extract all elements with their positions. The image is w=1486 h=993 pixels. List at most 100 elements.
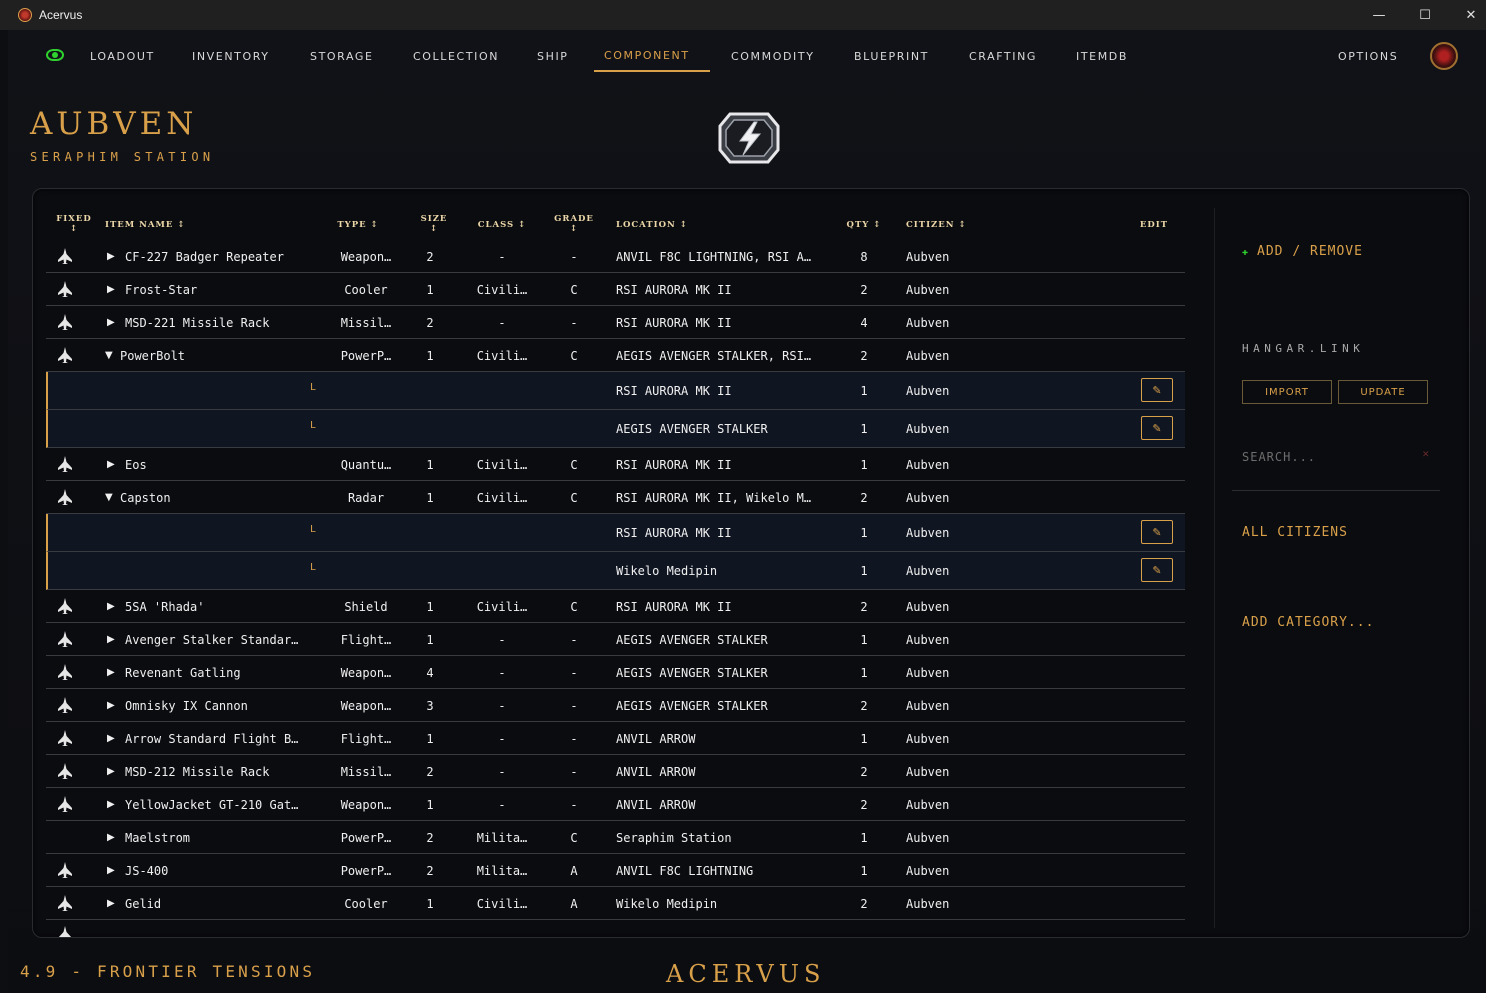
table-row[interactable]: ▶ CF-227 Badger Repeater Weapon… 2 - - ANVIL F… [46,240,1185,273]
expand-icon[interactable]: ▶ [107,766,115,777]
edit-button[interactable]: ✎ [1141,520,1173,544]
add-remove-button[interactable]: ✚ ADD / REMOVE [1242,244,1363,259]
nav-loadout[interactable]: LOADOUT [90,50,155,63]
close-button[interactable]: ✕ [1448,0,1486,30]
expand-icon[interactable]: ▶ [107,898,115,909]
expand-icon[interactable]: ▶ [107,317,115,328]
ship-icon [56,729,74,747]
item-qty: 2 [860,765,868,779]
item-qty: 1 [860,458,868,472]
maximize-button[interactable]: ☐ [1402,0,1448,30]
item-size: 1 [426,600,434,614]
col-header-size[interactable]: SIZE ↕ [414,214,454,234]
table-row[interactable]: ▶ Eos Quantu… 1 Civili… C RSI AURORA MK II 1 Aub… [46,448,1185,481]
table-row[interactable]: ▶ 5SA 'Rhada' Shield 1 Civili… C RSI AURORA MK… [46,590,1185,623]
table-subrow[interactable]: L RSI AURORA MK II 1 Aubven ✎ [46,372,1185,410]
item-citizen: Aubven [906,897,950,911]
subrow-marker: L [310,562,317,573]
expand-icon[interactable]: ▶ [107,284,115,295]
item-name: JS-400 [125,864,169,878]
col-header-qty[interactable]: QTY ↕ [842,220,886,230]
item-type: Weapon… [340,798,392,812]
search-clear-icon[interactable]: ✕ [1422,450,1430,460]
col-header-fixed[interactable]: FIXED ↕ [56,214,92,234]
nav-itemdb[interactable]: ITEMDB [1076,50,1128,63]
col-header-location[interactable]: LOCATION ↕ [616,220,688,230]
subrow-marker: L [310,382,317,393]
expand-icon[interactable]: ▶ [107,459,115,470]
table-row[interactable]: ▶ Maelstrom PowerP… 2 Milita… C Seraphim Stati… [46,821,1185,854]
eye-icon[interactable] [46,49,64,61]
expand-icon[interactable]: ▶ [107,251,115,262]
col-header-class[interactable]: CLASS ↕ [474,220,530,230]
add-category-button[interactable]: ADD CATEGORY... [1242,615,1374,630]
item-name: Eos [125,458,147,472]
col-header-item-name[interactable]: ITEM NAME ↕ [105,220,185,230]
nav-collection[interactable]: COLLECTION [413,50,499,63]
item-qty: 2 [860,600,868,614]
nav-component[interactable]: COMPONENT [604,49,690,62]
table-row[interactable]: ▶ MSD-221 Missile Rack Missil… 2 - - RSI AUROR… [46,306,1185,339]
nav-inventory[interactable]: INVENTORY [192,50,270,63]
edit-button[interactable]: ✎ [1141,558,1173,582]
item-size: 1 [426,491,434,505]
table-row[interactable]: ▶ Arrow Standard Flight B… Flight… 1 - - ANVIL… [46,722,1185,755]
collapse-icon[interactable]: ▼ [105,350,113,361]
nav-crafting[interactable]: CRAFTING [969,50,1037,63]
table-row[interactable]: ▶ MSD-212 Missile Rack Missil… 2 - - ANVIL ARR… [46,755,1185,788]
table-row[interactable]: ▶ JS-400 PowerP… 2 Milita… A ANVIL F8C LIGHTNI… [46,854,1185,887]
item-grade: - [570,666,578,680]
item-grade: - [570,316,578,330]
item-qty: 4 [860,316,868,330]
table-subrow[interactable]: L RSI AURORA MK II 1 Aubven ✎ [46,514,1185,552]
expand-icon[interactable]: ▶ [107,865,115,876]
all-citizens-filter[interactable]: ALL CITIZENS [1242,525,1348,540]
col-header-citizen[interactable]: CITIZEN ↕ [906,220,967,230]
subrow-location: RSI AURORA MK II [616,526,732,540]
nav-options[interactable]: OPTIONS [1338,50,1398,63]
table-subrow[interactable]: L Wikelo Medipin 1 Aubven ✎ [46,552,1185,590]
nav-commodity[interactable]: COMMODITY [731,50,815,63]
ship-icon [56,313,74,331]
table-row[interactable]: ▼ PowerBolt PowerP… 1 Civili… C AEGIS AVENGER … [46,339,1185,372]
col-header-type[interactable]: TYPE ↕ [330,220,386,230]
table-row[interactable]: ▶ Gelid Cooler 1 Civili… A Wikelo Medipin 2 Aubv… [46,887,1185,920]
item-citizen: Aubven [906,491,950,505]
search-input[interactable]: SEARCH... [1242,450,1316,464]
table-row[interactable]: ▼ Capston Radar 1 Civili… C RSI AURORA MK II, … [46,481,1185,514]
table-row[interactable]: ▶ YellowJacket GT-210 Gat… Weapon… 1 - - ANVIL… [46,788,1185,821]
expand-icon[interactable]: ▶ [107,667,115,678]
item-citizen: Aubven [906,732,950,746]
table-row[interactable]: ▶ Omnisky IX Cannon Weapon… 3 - - AEGIS AVENGE… [46,689,1185,722]
import-button[interactable]: IMPORT [1242,380,1332,404]
expand-icon[interactable]: ▶ [107,601,115,612]
expand-icon[interactable]: ▶ [107,733,115,744]
table-row[interactable]: ▶ Revenant Gatling Weapon… 4 - - AEGIS AVENGER… [46,656,1185,689]
subrow-qty: 1 [860,526,868,540]
expand-icon[interactable]: ▶ [107,700,115,711]
item-citizen: Aubven [906,798,950,812]
nav-blueprint[interactable]: BLUEPRINT [854,50,929,63]
item-class: - [498,732,506,746]
item-qty: 1 [860,864,868,878]
nav-storage[interactable]: STORAGE [310,50,374,63]
collapse-icon[interactable]: ▼ [105,492,113,503]
table-row[interactable]: ▶ Frost-Star Cooler 1 Civili… C RSI AURORA MK … [46,273,1185,306]
expand-icon[interactable]: ▶ [107,799,115,810]
col-header-grade[interactable]: GRADE ↕ [549,214,599,234]
avatar[interactable] [1430,42,1458,70]
item-location: Seraphim Station [616,831,732,845]
table-row[interactable]: ▶ Avenger Stalker Standar… Flight… 1 - - AEGIS… [46,623,1185,656]
item-type: Weapon… [340,250,392,264]
nav-ship[interactable]: SHIP [537,50,569,63]
update-button[interactable]: UPDATE [1338,380,1428,404]
edit-button[interactable]: ✎ [1141,378,1173,402]
expand-icon[interactable]: ▶ [107,832,115,843]
item-name: YellowJacket GT-210 Gat… [125,798,299,812]
expand-icon[interactable]: ▶ [107,634,115,645]
edit-button[interactable]: ✎ [1141,416,1173,440]
pencil-icon: ✎ [1152,421,1162,435]
item-name: PowerBolt [120,349,186,363]
table-subrow[interactable]: L AEGIS AVENGER STALKER 1 Aubven ✎ [46,410,1185,448]
minimize-button[interactable]: — [1356,0,1402,30]
